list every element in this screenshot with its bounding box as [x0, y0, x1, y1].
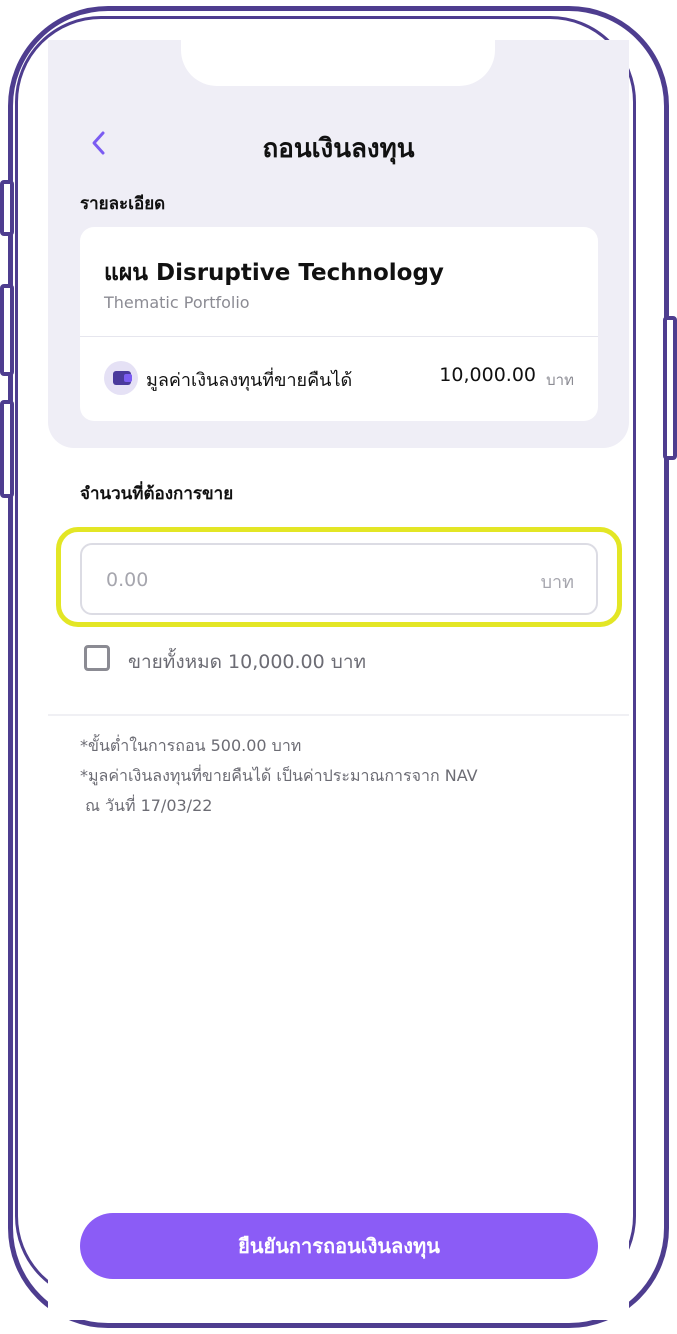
redeemable-value-unit: บาท	[546, 371, 574, 389]
section-divider	[48, 714, 629, 716]
confirm-withdraw-button[interactable]: ยืนยันการถอนเงินลงทุน	[80, 1213, 598, 1279]
phone-notch	[181, 40, 495, 86]
plan-subtitle: Thematic Portfolio	[104, 293, 250, 312]
plan-card: แผน Disruptive Technology Thematic Portf…	[80, 227, 598, 421]
note-nav: *มูลค่าเงินลงทุนที่ขายคืนได้ เป็นค่าประม…	[80, 766, 478, 785]
side-button-left-1	[0, 180, 14, 236]
plan-name: แผน Disruptive Technology	[104, 260, 444, 286]
card-divider	[80, 336, 598, 337]
page-title: ถอนเงินลงทุน	[262, 134, 415, 164]
app-screen: ถอนเงินลงทุน รายละเอียด แผน Disruptive T…	[48, 40, 629, 1320]
sell-amount-input[interactable]	[104, 563, 488, 597]
sell-amount-field[interactable]: บาท	[80, 543, 598, 615]
sell-amount-label: จำนวนที่ต้องการขาย	[80, 484, 234, 504]
redeemable-value-label: มูลค่าเงินลงทุนที่ขายคืนได้	[146, 370, 353, 391]
sell-all-checkbox[interactable]	[84, 645, 110, 671]
note-date: ณ วันที่ 17/03/22	[80, 796, 213, 815]
input-unit: บาท	[540, 572, 574, 593]
wallet-icon	[104, 361, 138, 395]
note-minimum: *ขั้นต่ำในการถอน 500.00 บาท	[80, 736, 302, 755]
details-section-label: รายละเอียด	[80, 194, 166, 214]
redeemable-value-amount: 10,000.00	[439, 364, 536, 386]
side-button-right	[663, 316, 677, 460]
side-button-left-3	[0, 400, 14, 498]
sell-all-label[interactable]: ขายทั้งหมด 10,000.00 บาท	[128, 647, 366, 677]
side-button-left-2	[0, 284, 14, 376]
